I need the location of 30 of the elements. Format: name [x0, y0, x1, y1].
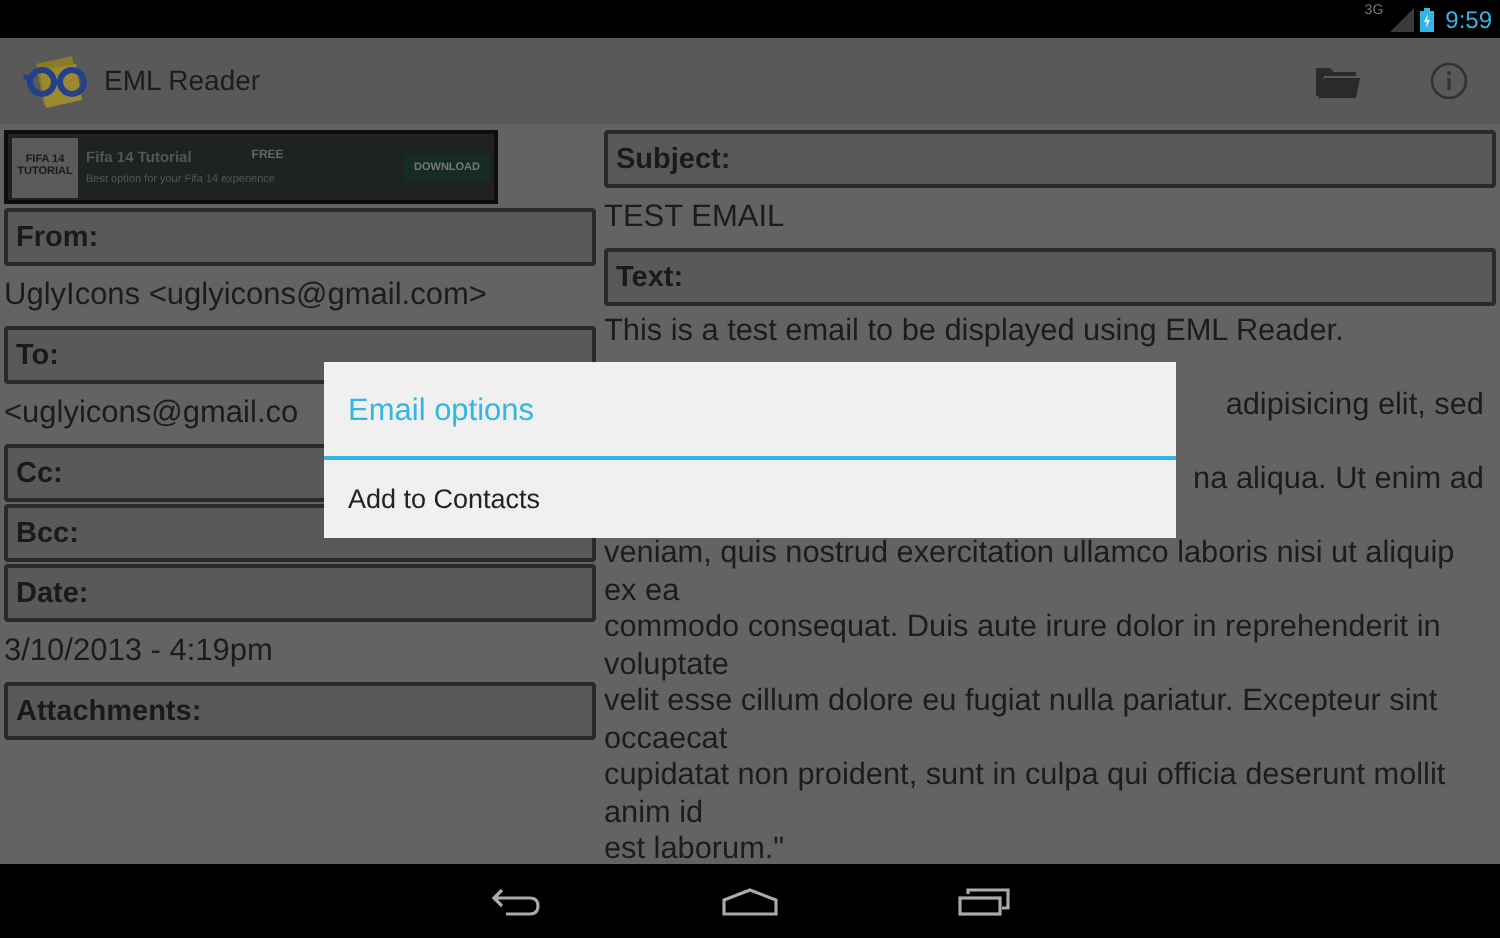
- home-icon[interactable]: [722, 887, 778, 915]
- subject-value: TEST EMAIL: [604, 200, 785, 238]
- field-label: Date:: [4, 564, 596, 622]
- signal-icon: [1389, 7, 1414, 31]
- field-value: 3/10/2013 - 4:19pm: [4, 634, 273, 672]
- status-time: 9:59: [1445, 3, 1492, 37]
- field-label: Text:: [604, 248, 1496, 306]
- body-text-line: adipisicing elit, sed: [1223, 388, 1486, 425]
- field-value: UglyIcons <uglyicons@gmail.com>: [4, 278, 487, 316]
- field-label: Attachments:: [4, 682, 596, 740]
- field-value: <uglyicons@gmail.co: [4, 396, 299, 434]
- body-text-line: occaecat: [604, 721, 730, 758]
- body-text-line: voluptate: [604, 647, 731, 684]
- body-text-line: commodo consequat. Duis aute irure dolor in reprehenderit in: [604, 610, 1443, 647]
- app-logo-icon[interactable]: [20, 51, 92, 111]
- body-text-line: anim id: [604, 795, 706, 832]
- body-text-line: ex ea: [604, 573, 682, 610]
- dialog-title: Email options: [324, 362, 1176, 460]
- back-icon[interactable]: [490, 887, 542, 915]
- battery-icon: [1419, 7, 1434, 31]
- field-label: Subject:: [604, 130, 1496, 188]
- recent-apps-icon[interactable]: [958, 887, 1010, 915]
- body-text-line: veniam, quis nostrud exercitation ullamco laboris nisi ut aliquip: [604, 536, 1457, 573]
- body-text-line: velit esse cillum dolore eu fugiat nulla pariatur. Excepteur sint: [604, 684, 1440, 721]
- body-text-line: na aliqua. Ut enim ad: [1191, 462, 1486, 499]
- body-text-line: cupidatat non proident, sunt in culpa qui officia deserunt mollit: [604, 758, 1448, 795]
- app-title: EML Reader: [104, 62, 261, 100]
- body-text-line: This is a test email to be displayed using EML Reader.: [604, 314, 1346, 351]
- field-label: From:: [4, 208, 596, 266]
- body-text-line: est laborum.": [604, 832, 787, 864]
